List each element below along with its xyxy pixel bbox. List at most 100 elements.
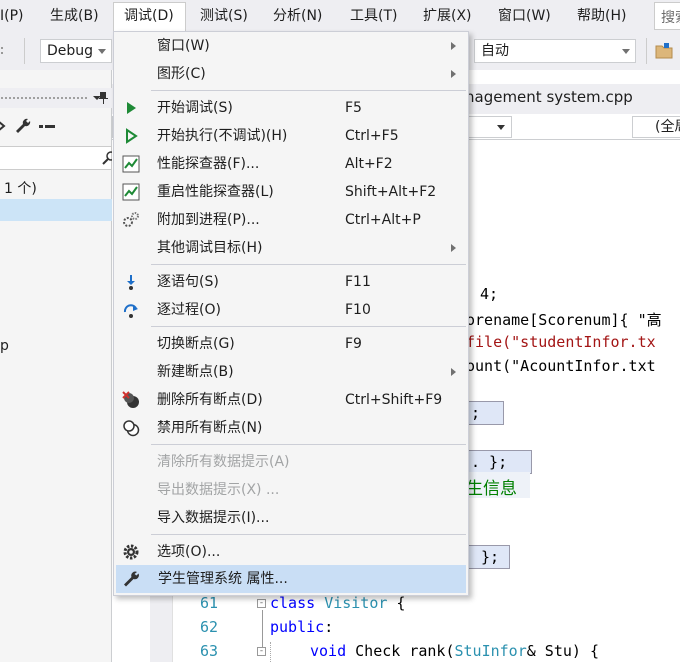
code-type: Visitor [324,594,388,612]
fold-line [262,610,263,647]
submenu-arrow-icon [451,70,456,78]
configuration-value: Debug [47,43,94,59]
menu-analyze[interactable]: 分析(N) [273,6,322,26]
toolbar-separator [24,38,25,64]
menu-window[interactable]: 窗口(W) [498,6,551,26]
code-keyword: void [310,642,347,660]
play-outline-icon [126,128,138,144]
menu-item-shortcut: F11 [345,274,371,290]
menu-item-project-properties[interactable]: 学生管理系统 属性... [116,565,466,593]
document-tab-title[interactable]: nagement system.cpp [465,88,633,106]
menu-item-relaunch-profiler[interactable]: 重启性能探查器(L) Shift+Alt+F2 [116,178,466,206]
menu-item-label: 开始调试(S) [157,100,233,116]
code-line: 4; [480,285,499,303]
search-box[interactable]: 搜索 [654,2,680,30]
pin-icon[interactable] [96,90,110,106]
code-text: orename[Scorenum]{ "高 [466,311,662,329]
chevron-down-icon [622,49,630,54]
menu-separator [151,534,466,535]
menu-item-windows[interactable]: 窗口(W) [116,32,466,60]
menu-item-step-into[interactable]: 逐语句(S) F11 [116,268,466,296]
menu-item-label: 图形(C) [157,66,206,82]
auto-value: 自动 [481,43,509,59]
toolbar-grip-icon [1,47,3,54]
menu-item-other-debug-targets[interactable]: 其他调试目标(H) [116,234,466,262]
menu-item-shortcut: F5 [345,100,362,116]
menu-item-label: 新建断点(B) [157,364,234,380]
toolbar-separator [646,38,647,64]
menu-item-label: 逐语句(S) [157,274,219,290]
menu-item-shortcut: Ctrl+Shift+F9 [345,392,443,408]
minus-icon[interactable] [38,117,58,135]
menu-tools[interactable]: 工具(T) [350,6,397,26]
menu-item-toggle-breakpoint[interactable]: 切换断点(G) F9 [116,330,466,358]
menu-item-step-over[interactable]: 逐过程(O) F10 [116,296,466,324]
code-keyword: public [270,618,325,636]
menu-item-options[interactable]: 选项(O)... [116,538,466,566]
collapsed-text: ; [471,404,481,422]
play-filled-icon [127,102,136,114]
collapsed-region[interactable]: ; [466,401,504,425]
menu-item-label: 其他调试目标(H) [157,240,263,256]
panel-search-input[interactable] [0,146,116,170]
menu-item-label: 学生管理系统 属性... [158,571,288,587]
menu-build[interactable]: 生成(B) [50,6,99,26]
code-text: & Stu) { [526,642,599,660]
line-number: 63 [199,642,218,660]
menu-extensions[interactable]: 扩展(X) [423,6,472,26]
code-comment: 生信息 [466,479,517,499]
collapsed-region[interactable]: . }; [466,450,532,474]
menu-item-label: 禁用所有断点(N) [157,420,263,436]
scope-value: (全局 [655,119,680,135]
gears-icon [123,212,139,227]
menu-separator [151,90,466,91]
configuration-combo[interactable]: Debug [40,39,112,63]
code-text: { [387,594,406,612]
menu-item-start-without-debugging[interactable]: 开始执行(不调试)(H) Ctrl+F5 [116,122,466,150]
folder-icon[interactable] [655,42,673,60]
step-over-icon [123,304,138,318]
line-number: 61 [199,594,218,612]
menu-item-clear-datatips: 清除所有数据提示(A) [116,448,466,476]
chevron-right-icon[interactable] [0,118,10,134]
menu-item-performance-profiler[interactable]: 性能探查器(F)... Alt+F2 [116,150,466,178]
selected-tree-item[interactable] [0,199,112,221]
delete-breakpoints-icon [122,391,139,408]
search-label: 搜索 [661,10,680,26]
solution-count: 1 个) [4,181,37,197]
scope-combo[interactable]: (全局 [632,116,680,138]
menu-help[interactable]: 帮助(H) [577,6,626,26]
gear-icon [123,544,139,560]
menu-item-delete-all-breakpoints[interactable]: 删除所有断点(D) Ctrl+Shift+F9 [116,386,466,414]
menu-item-label: 导入数据提示(I)... [157,510,270,526]
menu-item-label: 性能探查器(F)... [157,156,260,172]
tree-item-fragment: p [0,338,9,354]
code-line-61: class Visitor { [270,594,405,612]
code-text: Check rank( [346,642,455,660]
fold-toggle-icon[interactable]: - [257,599,266,608]
menu-item-disable-all-breakpoints[interactable]: 禁用所有断点(N) [116,414,466,442]
menu-item-graphics[interactable]: 图形(C) [116,60,466,88]
menu-item-label: 清除所有数据提示(A) [157,454,290,470]
menu-test[interactable]: 测试(S) [200,6,248,26]
collapsed-region[interactable]: }; [466,545,510,569]
collapsed-text: . }; [471,453,508,471]
menu-item-label: 重启性能探查器(L) [157,184,274,200]
menu-item-start-debugging[interactable]: 开始调试(S) F5 [116,94,466,122]
auto-combo[interactable]: 自动 [474,39,636,63]
code-line: file("studentInfor.tx [466,333,656,351]
wrench-icon[interactable] [14,117,32,135]
menu-project[interactable]: I(P) [0,6,24,26]
fold-toggle-icon[interactable]: - [257,647,266,656]
menu-debug[interactable]: 调试(D) [124,6,174,26]
menu-item-attach-to-process[interactable]: 附加到进程(P)... Ctrl+Alt+P [116,206,466,234]
menu-item-label: 附加到进程(P)... [157,212,260,228]
menu-separator [151,326,466,327]
chart-icon [122,155,140,173]
solution-explorer-panel: 1 个) p [0,70,116,662]
menu-item-new-breakpoint[interactable]: 新建断点(B) [116,358,466,386]
menu-item-shortcut: F9 [345,336,362,352]
menu-item-import-datatips[interactable]: 导入数据提示(I)... [116,504,466,532]
menu-item-shortcut: Alt+F2 [345,156,393,172]
panel-grip [0,96,88,100]
